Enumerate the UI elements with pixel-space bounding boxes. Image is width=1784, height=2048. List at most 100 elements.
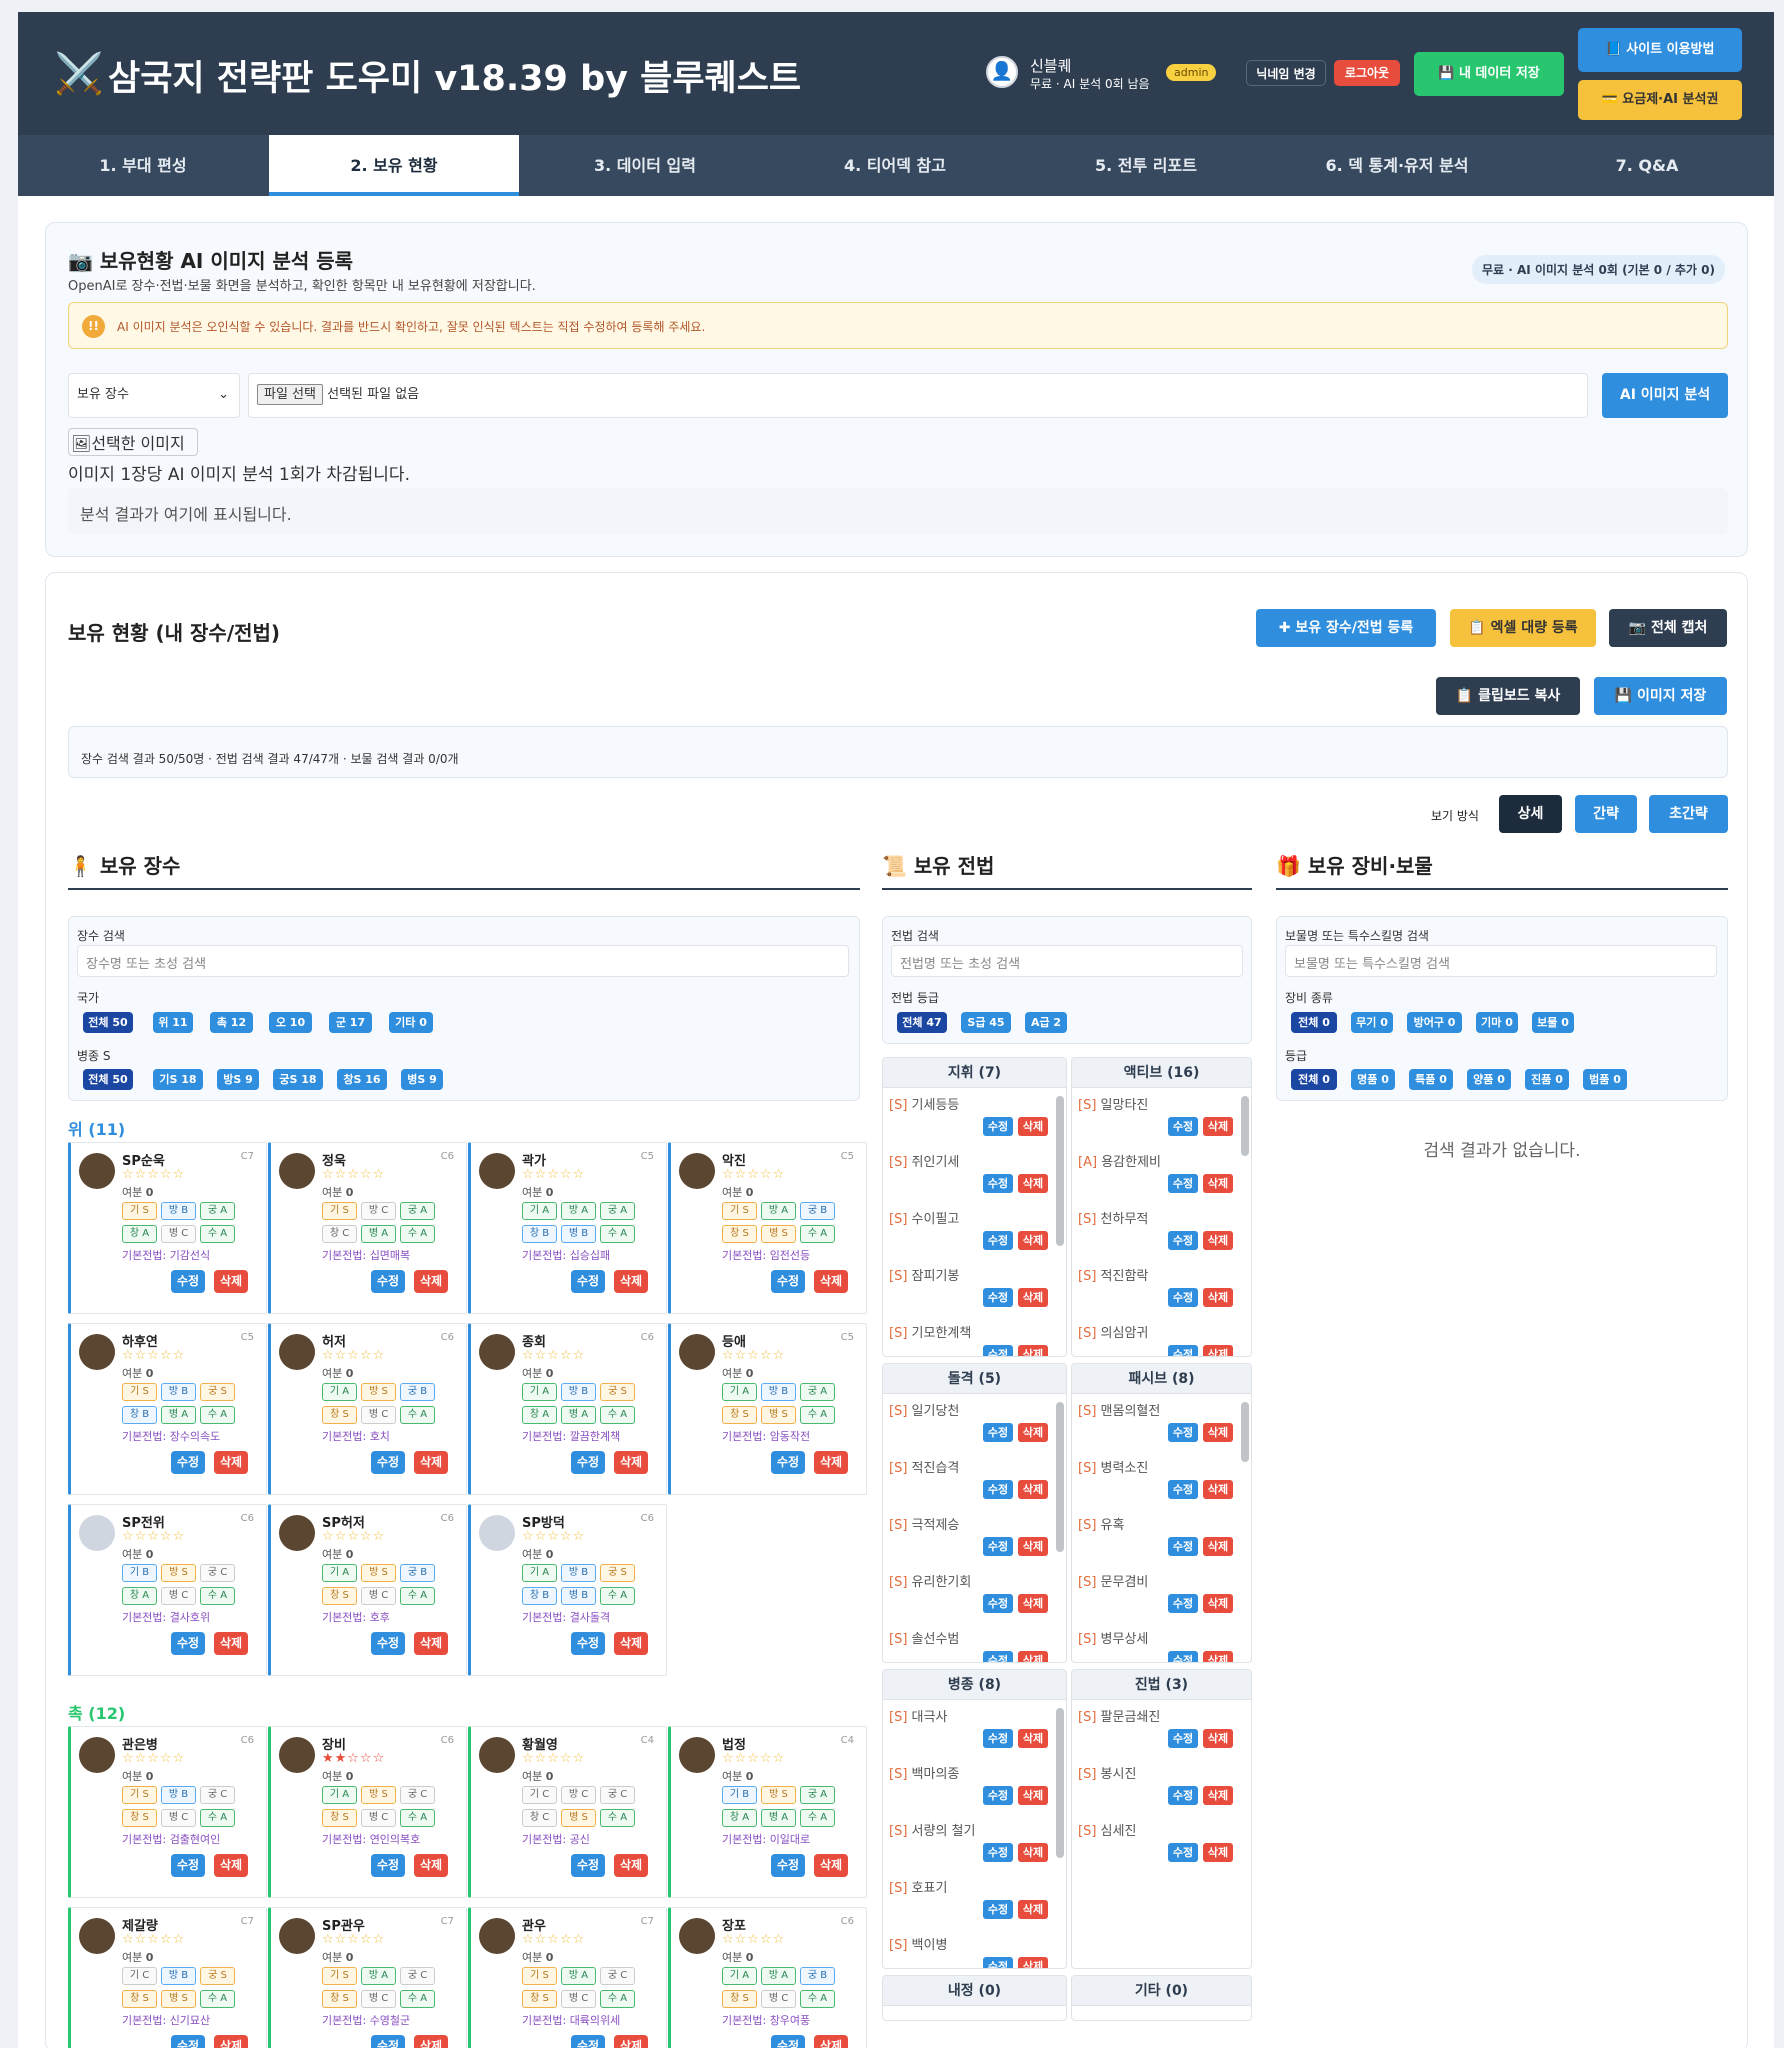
delete-button[interactable]: 삭제: [814, 1270, 848, 1293]
edit-button[interactable]: 수정: [571, 1854, 605, 1877]
tactic-delete-button[interactable]: 삭제: [1203, 1480, 1233, 1499]
tactic-edit-button[interactable]: 수정: [983, 1345, 1013, 1356]
tactic-delete-button[interactable]: 삭제: [1018, 1594, 1048, 1613]
general-stars[interactable]: ☆☆☆☆☆: [522, 1167, 585, 1182]
general-stars[interactable]: ☆☆☆☆☆: [722, 1348, 785, 1363]
delete-button[interactable]: 삭제: [414, 1632, 448, 1655]
tactic-edit-button[interactable]: 수정: [1168, 1288, 1198, 1307]
clipboard-copy-button[interactable]: 📋 클립보드 복사: [1436, 677, 1580, 715]
delete-button[interactable]: 삭제: [414, 1270, 448, 1293]
tgrade-5[interactable]: 범품 0: [1583, 1069, 1627, 1090]
troop-siege[interactable]: 병S 9: [401, 1069, 443, 1090]
general-stars[interactable]: ☆☆☆☆☆: [122, 1348, 185, 1363]
delete-button[interactable]: 삭제: [414, 1451, 448, 1474]
troop-bow[interactable]: 궁S 18: [273, 1069, 323, 1090]
edit-button[interactable]: 수정: [771, 2035, 805, 2048]
view-simple-button[interactable]: 간략: [1575, 795, 1637, 833]
general-card[interactable]: 관우 C7 ☆☆☆☆☆ 여분 0 기 S방 A궁 C 창 S병 C수 A 기본전…: [468, 1907, 667, 2048]
tactic-edit-button[interactable]: 수정: [983, 1729, 1013, 1748]
general-card[interactable]: SP관우 C7 ☆☆☆☆☆ 여분 0 기 S방 A궁 C 창 S병 C수 A 기…: [268, 1907, 467, 2048]
general-stars[interactable]: ☆☆☆☆☆: [122, 1167, 185, 1182]
tactic-edit-button[interactable]: 수정: [983, 1174, 1013, 1193]
general-card[interactable]: 황월영 C4 ☆☆☆☆☆ 여분 0 기 C방 C궁 C 창 C병 S수 A 기본…: [468, 1726, 667, 1898]
edit-button[interactable]: 수정: [371, 1270, 405, 1293]
general-stars[interactable]: ☆☆☆☆☆: [322, 1529, 385, 1544]
rename-button[interactable]: 닉네임 변경: [1246, 60, 1326, 86]
scrollbar[interactable]: [1056, 1096, 1064, 1246]
tactic-delete-button[interactable]: 삭제: [1018, 1117, 1048, 1136]
tactic-delete-button[interactable]: 삭제: [1018, 1900, 1048, 1919]
general-stars[interactable]: ☆☆☆☆☆: [122, 1751, 185, 1766]
delete-button[interactable]: 삭제: [214, 1270, 248, 1293]
edit-button[interactable]: 수정: [371, 1854, 405, 1877]
tactic-delete-button[interactable]: 삭제: [1018, 1729, 1048, 1748]
scrollbar[interactable]: [1056, 1402, 1064, 1552]
tactic-delete-button[interactable]: 삭제: [1203, 1537, 1233, 1556]
tactic-delete-button[interactable]: 삭제: [1018, 1423, 1048, 1442]
logout-button[interactable]: 로그아웃: [1334, 60, 1400, 86]
tactic-delete-button[interactable]: 삭제: [1018, 1537, 1048, 1556]
save-image-button[interactable]: 💾 이미지 저장: [1594, 677, 1727, 715]
general-stars[interactable]: ☆☆☆☆☆: [322, 1932, 385, 1947]
edit-button[interactable]: 수정: [171, 1632, 205, 1655]
general-stars[interactable]: ☆☆☆☆☆: [522, 1932, 585, 1947]
country-wei[interactable]: 위 11: [153, 1012, 193, 1033]
tactic-delete-button[interactable]: 삭제: [1018, 1651, 1048, 1662]
save-data-button[interactable]: 💾 내 데이터 저장: [1414, 52, 1564, 96]
edit-button[interactable]: 수정: [571, 1632, 605, 1655]
plans-button[interactable]: 💳 요금제·AI 분석권: [1578, 80, 1742, 120]
general-card[interactable]: 악진 C5 ☆☆☆☆☆ 여분 0 기 S방 A궁 B 창 S병 S수 A 기본전…: [668, 1142, 867, 1314]
general-stars[interactable]: ☆☆☆☆☆: [522, 1348, 585, 1363]
tactic-delete-button[interactable]: 삭제: [1203, 1345, 1233, 1356]
tactic-delete-button[interactable]: 삭제: [1203, 1729, 1233, 1748]
general-card[interactable]: SP허저 C6 ☆☆☆☆☆ 여분 0 기 A방 S궁 B 창 S병 C수 A 기…: [268, 1504, 467, 1676]
delete-button[interactable]: 삭제: [614, 2035, 648, 2048]
delete-button[interactable]: 삭제: [614, 1270, 648, 1293]
tactic-edit-button[interactable]: 수정: [983, 1594, 1013, 1613]
kind-treasure[interactable]: 보물 0: [1532, 1012, 1574, 1033]
grade-a[interactable]: A급 2: [1025, 1012, 1067, 1033]
delete-button[interactable]: 삭제: [414, 1854, 448, 1877]
general-card[interactable]: SP방덕 C6 ☆☆☆☆☆ 여분 0 기 A방 B궁 S 창 B병 B수 A 기…: [468, 1504, 667, 1676]
kind-weapon[interactable]: 무기 0: [1351, 1012, 1393, 1033]
register-button[interactable]: ✚ 보유 장수/전법 등록: [1256, 609, 1436, 647]
edit-button[interactable]: 수정: [171, 1270, 205, 1293]
tactic-edit-button[interactable]: 수정: [983, 1651, 1013, 1662]
ai-type-select[interactable]: 보유 장수 ⌄: [68, 373, 240, 418]
tactic-delete-button[interactable]: 삭제: [1203, 1423, 1233, 1442]
edit-button[interactable]: 수정: [771, 1270, 805, 1293]
general-card[interactable]: 정욱 C6 ☆☆☆☆☆ 여분 0 기 S방 C궁 A 창 C병 A수 A 기본전…: [268, 1142, 467, 1314]
tab-6[interactable]: 6. 덱 통계·유저 분석: [1272, 135, 1522, 196]
troop-spear[interactable]: 창S 16: [337, 1069, 387, 1090]
tactic-edit-button[interactable]: 수정: [983, 1843, 1013, 1862]
country-qun[interactable]: 군 17: [329, 1012, 372, 1033]
file-choose-button[interactable]: 파일 선택: [257, 384, 323, 405]
tactic-delete-button[interactable]: 삭제: [1018, 1957, 1048, 1968]
file-input[interactable]: 파일 선택 선택된 파일 없음: [248, 373, 1588, 418]
tactic-edit-button[interactable]: 수정: [983, 1423, 1013, 1442]
scrollbar[interactable]: [1241, 1096, 1249, 1156]
tab-4[interactable]: 4. 티어덱 참고: [770, 135, 1020, 196]
tactic-delete-button[interactable]: 삭제: [1203, 1288, 1233, 1307]
tactic-delete-button[interactable]: 삭제: [1203, 1117, 1233, 1136]
view-detail-button[interactable]: 상세: [1499, 795, 1562, 833]
tgrade-3[interactable]: 양품 0: [1467, 1069, 1511, 1090]
delete-button[interactable]: 삭제: [614, 1632, 648, 1655]
tactic-edit-button[interactable]: 수정: [1168, 1537, 1198, 1556]
tab-1[interactable]: 1. 부대 편성: [18, 135, 268, 196]
delete-button[interactable]: 삭제: [814, 1854, 848, 1877]
delete-button[interactable]: 삭제: [614, 1451, 648, 1474]
general-stars[interactable]: ☆☆☆☆☆: [722, 1932, 785, 1947]
grade-all[interactable]: 전체 47: [897, 1012, 947, 1033]
edit-button[interactable]: 수정: [171, 1451, 205, 1474]
general-stars[interactable]: ☆☆☆☆☆: [722, 1167, 785, 1182]
tactic-delete-button[interactable]: 삭제: [1018, 1480, 1048, 1499]
delete-button[interactable]: 삭제: [214, 1854, 248, 1877]
general-card[interactable]: 종회 C6 ☆☆☆☆☆ 여분 0 기 A방 B궁 S 창 A병 A수 A 기본전…: [468, 1323, 667, 1495]
kind-all[interactable]: 전체 0: [1291, 1012, 1337, 1033]
edit-button[interactable]: 수정: [771, 1854, 805, 1877]
troop-shield[interactable]: 방S 9: [217, 1069, 259, 1090]
edit-button[interactable]: 수정: [371, 1451, 405, 1474]
scrollbar[interactable]: [1241, 1402, 1249, 1462]
edit-button[interactable]: 수정: [171, 1854, 205, 1877]
